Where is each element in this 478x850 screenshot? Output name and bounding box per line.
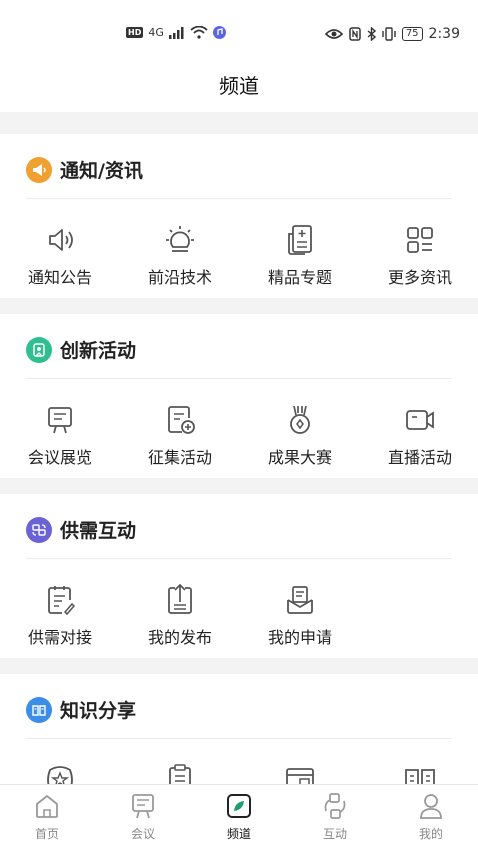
- grid-item-label: 成果大赛: [267, 448, 332, 467]
- grid-item-contest[interactable]: 成果大赛: [250, 400, 350, 468]
- tab-label: 互动: [322, 827, 347, 841]
- grid-item-label: 我的发布: [147, 628, 212, 647]
- tab-label: 我的: [418, 827, 443, 841]
- presentation-icon: [132, 794, 154, 819]
- section-title: 供需互动: [60, 520, 137, 542]
- status-left: HD 4G: [126, 26, 226, 39]
- grid-item-my-applications[interactable]: 我的申请: [250, 580, 350, 648]
- book-badge-icon: [26, 696, 52, 723]
- signal-icon: [168, 26, 184, 39]
- grid-item-label: 会议展览: [27, 448, 92, 467]
- innovation-icon: [26, 336, 52, 363]
- exchange-icon: [324, 793, 346, 819]
- grid-item-my-posts[interactable]: 我的发布: [130, 580, 230, 648]
- lightbulb-icon: [166, 226, 194, 252]
- section-header: 知识分享: [26, 696, 136, 723]
- grid-item-topics[interactable]: 精品专题: [250, 220, 350, 288]
- status-right: 75 2:39: [324, 26, 460, 42]
- grid-item-live[interactable]: 直播活动: [370, 400, 470, 468]
- grid-item-label: 精品专题: [267, 268, 332, 287]
- battery-indicator: 75: [401, 27, 423, 41]
- grid-item-collect[interactable]: 征集活动: [130, 400, 230, 468]
- clipboard-edit-icon: [48, 586, 76, 616]
- grid-apps-icon: [407, 227, 433, 253]
- hd-indicator: HD: [126, 27, 144, 38]
- bottom-tab-bar: 首页 会议 频道 互动 我的: [0, 784, 478, 850]
- exchange-badge-icon: [26, 516, 52, 543]
- grid-item-matching[interactable]: 供需对接: [10, 580, 110, 648]
- tab-interaction[interactable]: 互动: [305, 791, 365, 842]
- inbox-document-icon: [287, 586, 313, 614]
- music-icon: [212, 26, 226, 39]
- add-document-icon: [168, 406, 195, 434]
- wifi-icon: [190, 26, 208, 39]
- tab-meeting[interactable]: 会议: [113, 791, 173, 842]
- document-list-icon: [288, 225, 312, 255]
- section-knowledge: 知识分享: [0, 674, 478, 795]
- grid-item-tech[interactable]: 前沿技术: [130, 220, 230, 288]
- section-grid: 供需对接 我的发布 我的申请: [0, 580, 478, 650]
- section-grid: 通知公告 前沿技术 精品专题 更多资讯: [0, 220, 478, 290]
- tab-label: 会议: [130, 827, 155, 841]
- grid-item-expo[interactable]: 会议展览: [10, 400, 110, 468]
- divider: [26, 558, 452, 559]
- channel-icon: [227, 794, 251, 818]
- section-header: 通知/资讯: [26, 156, 143, 183]
- tab-label: 首页: [34, 827, 59, 841]
- grid-item-label: 更多资讯: [387, 268, 452, 287]
- grid-item-label: 通知公告: [27, 268, 92, 287]
- grid-item-label: 我的申请: [267, 628, 332, 647]
- speaker-icon: [49, 229, 73, 251]
- home-icon: [36, 795, 58, 818]
- user-icon: [420, 794, 442, 819]
- video-camera-icon: [406, 410, 434, 430]
- divider: [26, 738, 452, 739]
- section-grid: 会议展览 征集活动 成果大赛 直播活动: [0, 400, 478, 470]
- grid-item-label: 供需对接: [27, 628, 92, 647]
- section-activities: 创新活动 会议展览 征集活动 成果大赛 直播活动: [0, 314, 478, 478]
- tab-channel[interactable]: 频道: [209, 791, 269, 842]
- tab-label: 频道: [226, 827, 251, 841]
- clock: 2:39: [428, 26, 460, 42]
- divider: [26, 198, 452, 199]
- tab-home[interactable]: 首页: [17, 791, 77, 842]
- section-title: 创新活动: [60, 340, 137, 362]
- section-header: 创新活动: [26, 336, 136, 363]
- status-bar: HD 4G 75 2:39: [0, 0, 478, 64]
- network-type: 4G: [148, 26, 164, 39]
- section-news: 通知/资讯 通知公告 前沿技术 精品专题 更多资讯: [0, 134, 478, 298]
- bluetooth-icon: [367, 27, 376, 41]
- megaphone-icon: [26, 156, 52, 183]
- grid-item-label: 征集活动: [147, 448, 212, 467]
- divider: [26, 378, 452, 379]
- grid-item-label: 直播活动: [387, 448, 452, 467]
- page-title: 频道: [219, 74, 259, 98]
- grid-item-more-news[interactable]: 更多资讯: [370, 220, 470, 288]
- upload-document-icon: [168, 583, 192, 614]
- grid-item-notice[interactable]: 通知公告: [10, 220, 110, 288]
- section-header: 供需互动: [26, 516, 136, 543]
- section-title: 通知/资讯: [60, 160, 143, 182]
- nfc-icon: [349, 27, 361, 41]
- presentation-board-icon: [48, 407, 72, 434]
- vibrate-icon: [382, 27, 396, 41]
- section-title: 知识分享: [60, 700, 137, 722]
- medal-icon: [290, 405, 310, 434]
- tab-profile[interactable]: 我的: [401, 791, 461, 842]
- eye-icon: [324, 29, 343, 39]
- grid-item-label: 前沿技术: [147, 268, 212, 287]
- section-supply-demand: 供需互动 供需对接 我的发布 我的申请: [0, 494, 478, 658]
- title-bar: 频道: [0, 64, 478, 112]
